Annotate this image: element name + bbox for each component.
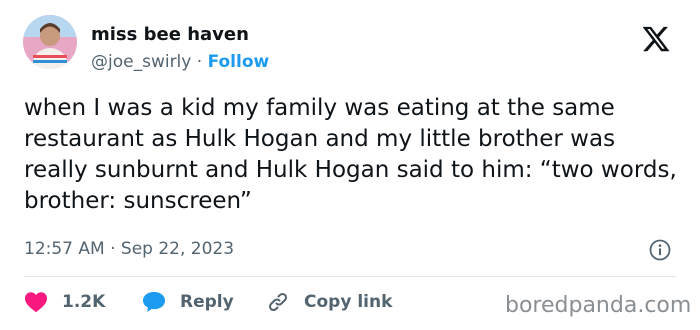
follow-button[interactable]: Follow	[208, 52, 270, 72]
heart-icon	[25, 292, 47, 313]
avatar-photo	[23, 15, 77, 69]
tweet-text: when I was a kid my family was eating at…	[24, 95, 677, 214]
display-name[interactable]: miss bee haven	[91, 24, 249, 46]
like-count: 1.2K	[62, 292, 106, 312]
link-icon	[268, 292, 288, 312]
watermark: boredpanda.com	[505, 293, 692, 318]
reply-label: Reply	[180, 292, 234, 312]
user-handle[interactable]: @joe_swirly	[91, 52, 191, 72]
x-logo-icon[interactable]	[641, 24, 671, 54]
divider	[24, 276, 676, 277]
handle-row: @joe_swirly · Follow	[91, 51, 269, 73]
reply-button[interactable]: Reply	[142, 287, 234, 317]
copy-link-button[interactable]: Copy link	[266, 287, 392, 317]
separator: ·	[191, 52, 208, 72]
info-icon[interactable]	[648, 238, 672, 262]
reply-bubble-icon	[143, 292, 165, 312]
like-button[interactable]: 1.2K	[24, 287, 105, 317]
copy-link-label: Copy link	[304, 292, 393, 312]
avatar[interactable]	[23, 15, 77, 69]
tweet-timestamp[interactable]: 12:57 AM · Sep 22, 2023	[24, 238, 234, 260]
